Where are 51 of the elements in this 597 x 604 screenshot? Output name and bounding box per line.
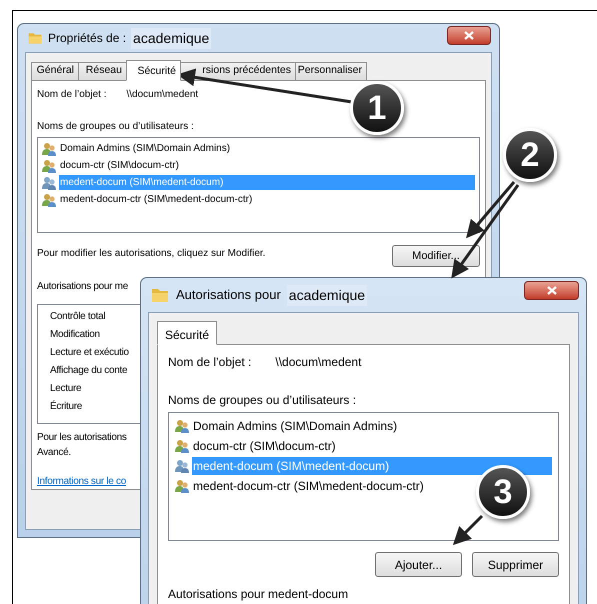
- advanced-hint: Avancé.: [37, 446, 71, 460]
- modify-button[interactable]: Modifier...: [392, 245, 480, 268]
- tab[interactable]: Général: [31, 62, 79, 81]
- action-button[interactable]: Ajouter...: [375, 552, 462, 577]
- list-item[interactable]: medent-docum-ctr (SIM\medent-docum-ctr): [192, 477, 424, 495]
- modify-hint: Pour modifier les autorisations, cliquez sur Modifier.: [37, 246, 266, 261]
- list-item[interactable]: docum-ctr (SIM\docum-ctr): [59, 158, 179, 173]
- info-link[interactable]: Informations sur le co: [37, 474, 126, 489]
- action-button[interactable]: Supprimer: [472, 552, 559, 577]
- permission-name: Affichage du conte: [50, 364, 128, 378]
- groups-label: Noms de groupes ou d’utilisateurs :: [168, 392, 358, 409]
- list-item[interactable]: docum-ctr (SIM\docum-ctr): [192, 437, 336, 455]
- users-icon: [42, 192, 57, 206]
- advanced-hint: Pour les autorisations: [37, 431, 127, 445]
- object-path: \\docum\medent: [275, 354, 362, 371]
- list-item[interactable]: Domain Admins (SIM\Domain Admins): [59, 141, 230, 156]
- list-item[interactable]: Domain Admins (SIM\Domain Admins): [192, 417, 398, 435]
- users-icon: [42, 142, 57, 156]
- window-title: Propriétés de :: [48, 30, 126, 47]
- step-badge: 2: [503, 128, 557, 182]
- permission-name: Écriture: [50, 399, 82, 414]
- window-title: academique: [286, 284, 368, 306]
- users-icon: [175, 459, 190, 473]
- close-icon: [546, 286, 556, 294]
- permissions-label: Autorisations pour medent-docum: [168, 586, 348, 603]
- object-label: Nom de l’objet :: [37, 88, 106, 102]
- close-button[interactable]: [524, 280, 579, 300]
- permission-name: Modification: [50, 328, 100, 342]
- users-icon: [175, 479, 190, 493]
- object-path: \\docum\medent: [126, 88, 198, 102]
- users-icon: [175, 419, 190, 433]
- close-icon: [464, 30, 474, 40]
- permission-name: Lecture: [50, 382, 82, 396]
- users-icon: [175, 439, 190, 453]
- permission-name: Contrôle total: [50, 310, 106, 324]
- users-icon: [42, 158, 57, 172]
- window-title: Autorisations pour: [176, 286, 281, 304]
- tab[interactable]: Personnaliser: [295, 62, 367, 81]
- window-title: academique: [131, 28, 212, 48]
- object-label: Nom de l’objet :: [168, 354, 252, 371]
- close-button[interactable]: [447, 26, 491, 44]
- list-item[interactable]: medent-docum-ctr (SIM\medent-docum-ctr): [59, 192, 252, 207]
- tab[interactable]: Sécurité: [157, 321, 218, 345]
- tab[interactable]: Sécurité: [126, 60, 181, 81]
- permission-name: Lecture et exécutio: [50, 346, 129, 360]
- tab[interactable]: Réseau: [78, 62, 127, 81]
- groups-label: Noms de groupes ou d’utilisateurs :: [37, 120, 195, 134]
- permissions-label: Autorisations pour me: [37, 280, 128, 294]
- arrow: [452, 514, 484, 546]
- folder-icon: [27, 30, 43, 46]
- users-icon: [42, 176, 57, 190]
